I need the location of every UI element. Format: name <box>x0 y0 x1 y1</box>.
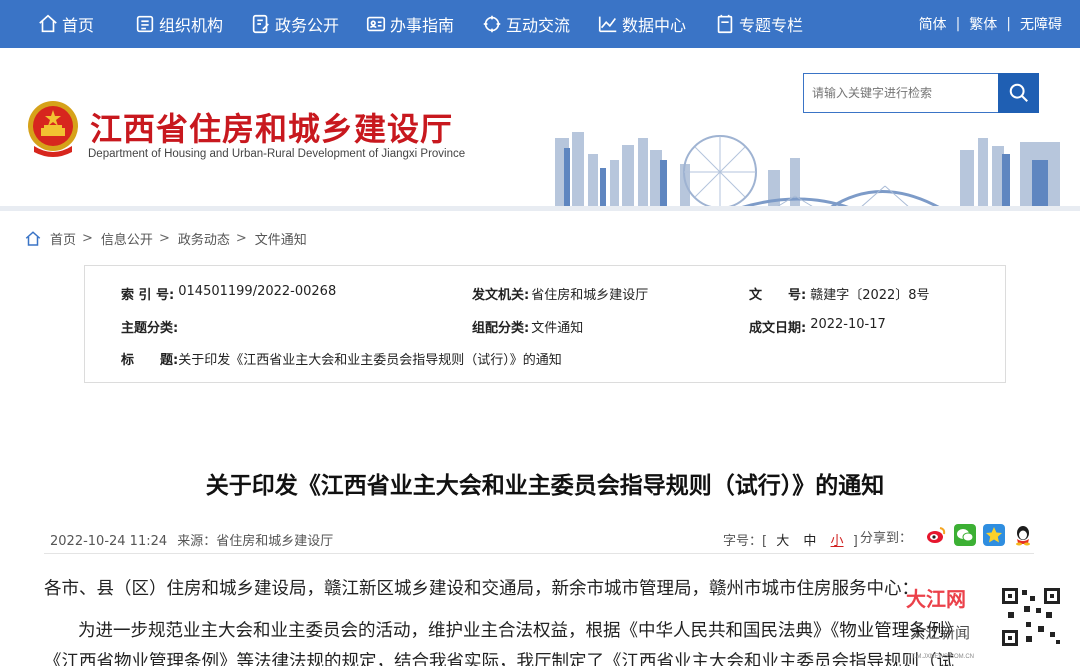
article-source: 来源：省住房和城乡建设厅 <box>177 534 334 549</box>
article-meta-bar: 2022-10-24 11:24 来源：省住房和城乡建设厅 字号：[ 大 中 小… <box>44 524 1035 554</box>
article-title: 关于印发《江西省业主大会和业主委员会指导规则（试行）》的通知 <box>205 473 885 499</box>
traditional-chinese-link[interactable]: 繁体 <box>969 14 997 34</box>
site-subtitle: Department of Housing and Urban-Rural De… <box>88 148 466 160</box>
search-button[interactable] <box>998 73 1039 113</box>
accessibility-link[interactable]: 无障碍 <box>1020 14 1062 34</box>
header-divider <box>0 206 1080 211</box>
wechat-share-icon[interactable] <box>954 524 977 546</box>
article-paragraph: 各市、县（区）住房和城乡建设局，赣江新区城乡建设和交通局，新余市城市管理局，赣州… <box>44 579 919 599</box>
search-input[interactable] <box>803 73 999 113</box>
info-theme-category: 主题分类: <box>121 321 179 336</box>
svg-text:大江网: 大江网 <box>906 587 966 611</box>
breadcrumb-file-notice[interactable]: 文件通知 <box>255 229 307 248</box>
breadcrumb-home[interactable]: 首页 <box>50 229 76 248</box>
divider: | <box>955 16 961 32</box>
breadcrumb-gov-news[interactable]: 政务动态 <box>178 229 230 248</box>
breadcrumb-separator: > <box>82 231 93 246</box>
document-icon <box>252 14 269 34</box>
dajiang-watermark: 大江网 大江新闻 TT.M.JXNEWS.COM.CN <box>880 578 1080 666</box>
nav-item-topics[interactable]: 专题专栏 <box>714 0 803 48</box>
nav-item-service-guide[interactable]: 办事指南 <box>365 0 454 48</box>
info-assembly-category: 组配分类: 文件通知 <box>472 321 584 336</box>
breadcrumb-separator: > <box>158 231 170 246</box>
nav-item-organization[interactable]: 组织机构 <box>134 0 223 48</box>
top-nav: 首页 组织机构 政务公开 办事指南 互动交流 数据中心 专题专栏 简体 | 繁体… <box>0 0 1080 48</box>
search-icon <box>1009 83 1028 102</box>
info-written-date: 成文日期: 2022-10-17 <box>749 317 886 336</box>
org-icon <box>136 15 154 33</box>
font-size-small[interactable]: 小 <box>831 534 844 549</box>
share-bar: 分享到： <box>860 524 1035 546</box>
dajiang-logo-icon: 大江网 大江新闻 TT.M.JXNEWS.COM.CN <box>906 584 1064 660</box>
qzone-share-icon[interactable] <box>983 524 1006 546</box>
id-card-icon <box>366 16 386 32</box>
publish-datetime: 2022-10-24 11:24 <box>50 534 168 549</box>
info-subject: 标 题: 关于印发《江西省业主大会和业主委员会指导规则（试行）》的通知 <box>121 353 562 368</box>
document-info-box: 索 引 号: 014501199/2022-00268 发文机关: 省住房和城乡… <box>84 265 1006 383</box>
breadcrumb-separator: > <box>235 231 247 246</box>
font-size-medium[interactable]: 中 <box>803 534 816 549</box>
svg-text:TT.M.JXNEWS.COM.CN: TT.M.JXNEWS.COM.CN <box>908 654 974 660</box>
divider: | <box>1006 16 1011 32</box>
weibo-share-icon[interactable] <box>925 524 948 546</box>
nav-item-gov-affairs[interactable]: 政务公开 <box>250 0 339 48</box>
article-paragraph: 《江西省物业管理条例》等法律法规的规定，结合我省实际，我厅制定了《江西省业主大会… <box>44 652 954 666</box>
site-title[interactable]: 江西省住房和城乡建设厅 <box>90 104 453 150</box>
home-icon[interactable] <box>24 230 42 248</box>
qq-share-icon[interactable] <box>1012 524 1035 546</box>
chart-icon <box>598 16 617 33</box>
simplified-chinese-link[interactable]: 简体 <box>919 14 947 34</box>
font-size-switcher: 字号：[ 大 中 小 ] <box>723 534 858 549</box>
info-index-number: 索 引 号: 014501199/2022-00268 <box>121 284 337 303</box>
font-size-large[interactable]: 大 <box>776 534 789 549</box>
info-issuer: 发文机关: 省住房和城乡建设厅 <box>472 288 649 303</box>
interaction-icon <box>483 15 501 33</box>
topic-icon <box>717 14 733 34</box>
city-skyline-illustration <box>540 132 1080 210</box>
language-switcher: 简体 | 繁体 | 无障碍 <box>919 0 1062 48</box>
svg-text:大江新闻: 大江新闻 <box>910 624 970 642</box>
nav-item-home[interactable]: 首页 <box>37 0 94 48</box>
home-icon <box>39 14 57 33</box>
info-document-number: 文 号: 赣建字〔2022〕8号 <box>749 288 930 303</box>
breadcrumb: 首页 > 信息公开 > 政务动态 > 文件通知 <box>24 229 307 248</box>
national-emblem-icon[interactable] <box>24 98 82 160</box>
article-paragraph: 为进一步规范业主大会和业主委员会的活动，维护业主合法权益，根据《中华人民共和国民… <box>78 621 962 641</box>
nav-item-interaction[interactable]: 互动交流 <box>481 0 570 48</box>
nav-item-data-center[interactable]: 数据中心 <box>597 0 686 48</box>
publish-info: 2022-10-24 11:24 来源：省住房和城乡建设厅 <box>50 530 333 549</box>
site-header: 江西省住房和城乡建设厅 Department of Housing and Ur… <box>0 48 1080 210</box>
breadcrumb-info-disclosure[interactable]: 信息公开 <box>101 229 153 248</box>
